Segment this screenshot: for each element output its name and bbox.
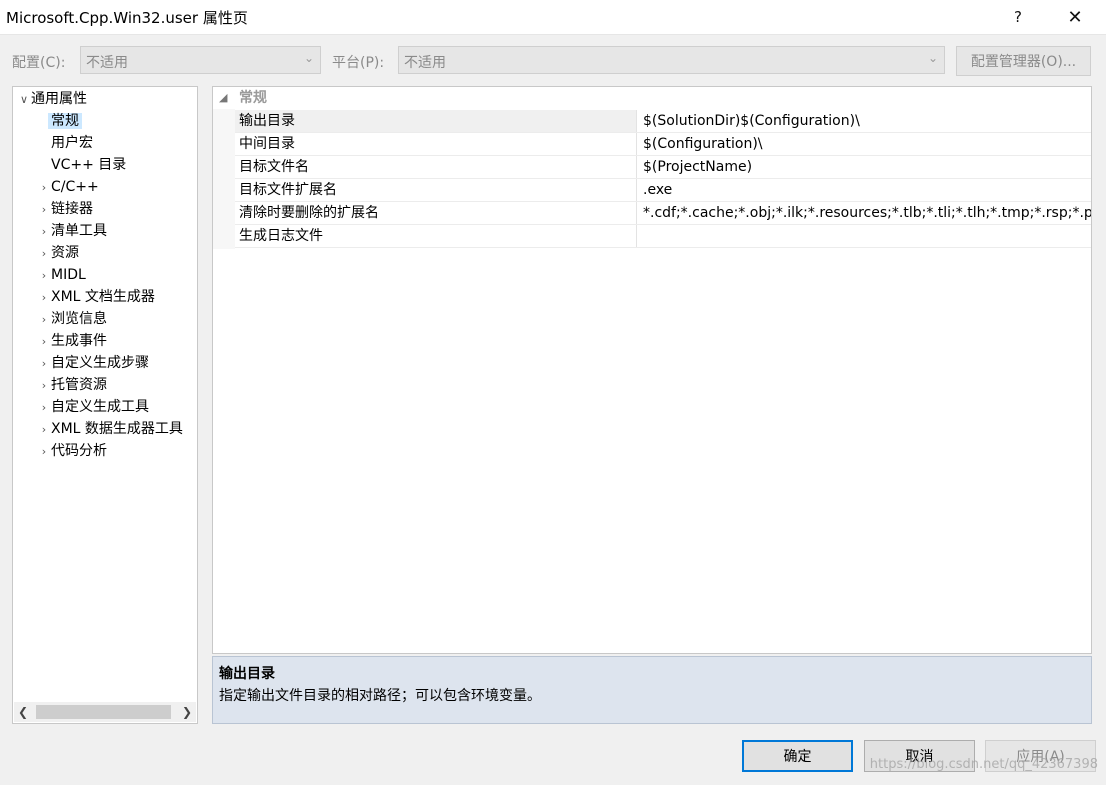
tree-item-label: 链接器: [51, 201, 93, 217]
scroll-left-icon[interactable]: ❮: [14, 702, 32, 722]
scrollbar-thumb[interactable]: [36, 705, 171, 719]
ok-button[interactable]: 确定: [742, 740, 853, 772]
tree-item[interactable]: › MIDL: [37, 264, 86, 286]
category-label: 常规: [239, 90, 267, 106]
chevron-down-icon[interactable]: ∨: [17, 89, 31, 111]
chevron-right-icon[interactable]: ›: [37, 265, 51, 287]
property-grid: ◢ 常规 输出目录 $(SolutionDir)$(Configuration)\…: [212, 86, 1092, 654]
chevron-right-icon[interactable]: ›: [37, 397, 51, 419]
property-value[interactable]: .exe: [643, 179, 1091, 201]
description-text: 指定输出文件目录的相对路径；可以包含环境变量。: [219, 688, 541, 704]
scroll-right-icon[interactable]: ❯: [178, 702, 196, 722]
tree-item-label: VC++ 目录: [51, 157, 127, 173]
tree-item-label: MIDL: [51, 267, 86, 283]
chevron-down-icon: ⌄: [927, 51, 938, 65]
tree-item-label: 生成事件: [51, 333, 107, 349]
configuration-bar: 配置(C): 不适用 ⌄ 平台(P): 不适用 ⌄ 配置管理器(O)...: [0, 46, 1106, 76]
property-value[interactable]: [643, 225, 1091, 247]
property-value[interactable]: $(Configuration)\: [643, 133, 1091, 155]
platform-value: 不适用: [404, 55, 446, 71]
property-name[interactable]: 目标文件名: [235, 156, 637, 178]
chevron-right-icon[interactable]: ›: [37, 353, 51, 375]
tree-item[interactable]: › 自定义生成工具: [37, 396, 149, 418]
chevron-right-icon[interactable]: ›: [37, 221, 51, 243]
description-panel: 输出目录 指定输出文件目录的相对路径；可以包含环境变量。: [212, 656, 1092, 724]
chevron-right-icon[interactable]: ›: [37, 243, 51, 265]
property-name[interactable]: 生成日志文件: [235, 225, 637, 247]
tree-item[interactable]: › 浏览信息: [37, 308, 107, 330]
property-row[interactable]: 目标文件名 $(ProjectName): [235, 156, 1091, 179]
category-tree: ∨ 通用属性 常规 用户宏 VC++ 目录 › C/C++ › 链接器 › 清单工具 › 资源 › MIDL…: [12, 86, 198, 724]
tree-item[interactable]: › 自定义生成步骤: [37, 352, 149, 374]
tree-item-label: 资源: [51, 245, 79, 261]
property-name[interactable]: 清除时要删除的扩展名: [235, 202, 637, 224]
tree-item[interactable]: 常规: [37, 110, 82, 132]
tree-item[interactable]: › 清单工具: [37, 220, 107, 242]
help-button[interactable]: ?: [995, 0, 1041, 34]
config-label: 配置(C):: [12, 55, 66, 71]
property-value[interactable]: *.cdf;*.cache;*.obj;*.ilk;*.resources;*.…: [643, 202, 1091, 224]
chevron-down-icon[interactable]: ◢: [219, 87, 227, 109]
tree-item[interactable]: › 托管资源: [37, 374, 107, 396]
chevron-right-icon[interactable]: ›: [37, 309, 51, 331]
property-row[interactable]: 目标文件扩展名 .exe: [235, 179, 1091, 202]
tree-item-label: 自定义生成步骤: [51, 355, 149, 371]
tree-item-label: 代码分析: [51, 443, 107, 459]
tree-item[interactable]: › 代码分析: [37, 440, 107, 462]
tree-item-label: C/C++: [51, 179, 99, 195]
tree-item[interactable]: › XML 数据生成器工具: [37, 418, 183, 440]
platform-dropdown[interactable]: 不适用 ⌄: [398, 46, 945, 74]
title-bar: Microsoft.Cpp.Win32.user 属性页 ? ✕: [0, 0, 1106, 35]
tree-item[interactable]: › 资源: [37, 242, 79, 264]
tree-horizontal-scrollbar[interactable]: ❮ ❯: [14, 702, 196, 722]
property-name[interactable]: 输出目录: [235, 110, 637, 132]
property-name[interactable]: 目标文件扩展名: [235, 179, 637, 201]
chevron-right-icon[interactable]: ›: [37, 331, 51, 353]
chevron-right-icon[interactable]: ›: [37, 287, 51, 309]
property-value[interactable]: $(SolutionDir)$(Configuration)\: [643, 110, 1091, 132]
chevron-right-icon[interactable]: ›: [37, 441, 51, 463]
property-row[interactable]: 中间目录 $(Configuration)\: [235, 133, 1091, 156]
configuration-manager-button[interactable]: 配置管理器(O)...: [956, 46, 1091, 76]
tree-item[interactable]: › XML 文档生成器: [37, 286, 155, 308]
chevron-right-icon[interactable]: ›: [37, 375, 51, 397]
property-row[interactable]: 生成日志文件: [235, 225, 1091, 248]
tree-item-label: 浏览信息: [51, 311, 107, 327]
tree-item-label: 托管资源: [51, 377, 107, 393]
tree-item[interactable]: 用户宏: [37, 132, 93, 154]
category-header[interactable]: ◢ 常规: [213, 87, 1091, 109]
property-row[interactable]: 输出目录 $(SolutionDir)$(Configuration)\: [235, 110, 1091, 133]
chevron-right-icon[interactable]: ›: [37, 177, 51, 199]
chevron-right-icon[interactable]: ›: [37, 419, 51, 441]
tree-item-label: 通用属性: [31, 91, 87, 107]
tree-item[interactable]: ∨ 通用属性: [17, 88, 87, 110]
window-title: Microsoft.Cpp.Win32.user 属性页: [6, 9, 248, 27]
config-dropdown[interactable]: 不适用 ⌄: [80, 46, 321, 74]
tree-item-label: 常规: [48, 113, 82, 129]
property-value[interactable]: $(ProjectName): [643, 156, 1091, 178]
tree-item[interactable]: VC++ 目录: [37, 154, 126, 176]
tree-item-label: XML 文档生成器: [51, 289, 155, 305]
chevron-right-icon[interactable]: ›: [37, 199, 51, 221]
property-row[interactable]: 清除时要删除的扩展名 *.cdf;*.cache;*.obj;*.ilk;*.re…: [235, 202, 1091, 225]
chevron-down-icon: ⌄: [303, 51, 314, 65]
tree-item[interactable]: › C/C++: [37, 176, 99, 198]
tree-item-label: 清单工具: [51, 223, 107, 239]
description-title: 输出目录: [219, 666, 275, 682]
tree-item-label: 自定义生成工具: [51, 399, 149, 415]
config-value: 不适用: [86, 55, 128, 71]
tree-item[interactable]: › 链接器: [37, 198, 93, 220]
platform-label: 平台(P):: [332, 55, 385, 71]
property-name[interactable]: 中间目录: [235, 133, 637, 155]
tree-item-label: 用户宏: [51, 135, 93, 151]
tree-item-label: XML 数据生成器工具: [51, 421, 183, 437]
grid-gutter: [213, 109, 235, 249]
close-button[interactable]: ✕: [1052, 0, 1098, 34]
watermark: https://blog.csdn.net/qq_42367398: [869, 757, 1098, 772]
tree-item[interactable]: › 生成事件: [37, 330, 107, 352]
